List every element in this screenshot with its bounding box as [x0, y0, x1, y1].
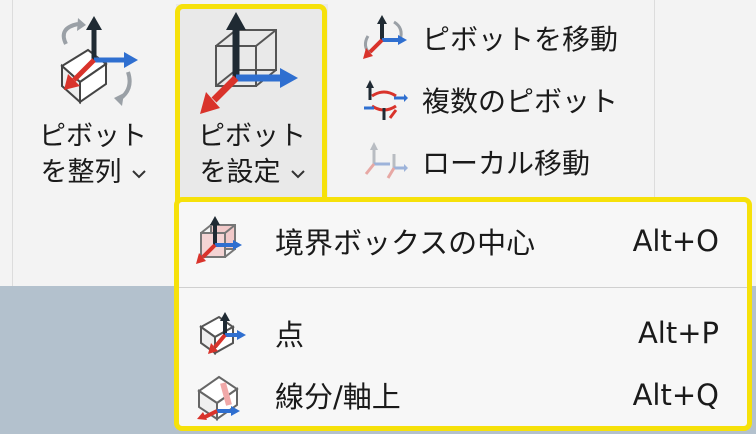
menu-item-shortcut: Alt+P [637, 316, 719, 350]
multiple-pivots-label: 複数のピボット [422, 85, 619, 118]
align-pivot-label-text: を整列 [40, 157, 122, 188]
menu-item-shortcut: Alt+O [632, 224, 719, 258]
set-pivot-highlight [175, 4, 327, 204]
local-move-icon [364, 142, 408, 179]
align-pivot-button[interactable]: ピボット を整列 [18, 8, 168, 208]
menu-item-label: 点 [275, 318, 305, 352]
align-pivot-label-line1: ピボット [39, 121, 147, 152]
align-pivot-label-line2: を整列 [18, 156, 168, 190]
move-pivot-button[interactable]: ピボットを移動 [360, 8, 618, 68]
bounding-box-center-icon [196, 216, 242, 264]
ribbon-divider [654, 0, 655, 200]
local-move-label: ローカル移動 [422, 147, 591, 180]
menu-item-label: 線分/軸上 [275, 380, 401, 414]
menu-item-shortcut: Alt+Q [632, 378, 719, 412]
ribbon-divider [12, 0, 13, 286]
move-pivot-icon [363, 15, 407, 59]
local-move-button[interactable]: ローカル移動 [360, 132, 590, 192]
multiple-pivots-button[interactable]: 複数のピボット [360, 70, 618, 130]
set-pivot-dropdown-menu: 境界ボックスの中心 Alt+O 点 Alt+P 線分/軸上 Alt+Q [174, 197, 752, 431]
menu-divider [179, 287, 747, 288]
multiple-pivots-icon [364, 80, 408, 120]
point-pivot-icon [199, 312, 246, 355]
chevron-down-icon [131, 169, 146, 178]
align-pivot-icon [60, 16, 138, 106]
move-pivot-label: ピボットを移動 [422, 23, 619, 56]
menu-item-bounding-box-center[interactable]: 境界ボックスの中心 Alt+O [179, 206, 747, 276]
segment-axis-icon [197, 375, 240, 421]
menu-item-segment-axis[interactable]: 線分/軸上 Alt+Q [179, 360, 747, 430]
menu-item-point[interactable]: 点 Alt+P [179, 298, 747, 368]
menu-item-label: 境界ボックスの中心 [275, 226, 536, 260]
